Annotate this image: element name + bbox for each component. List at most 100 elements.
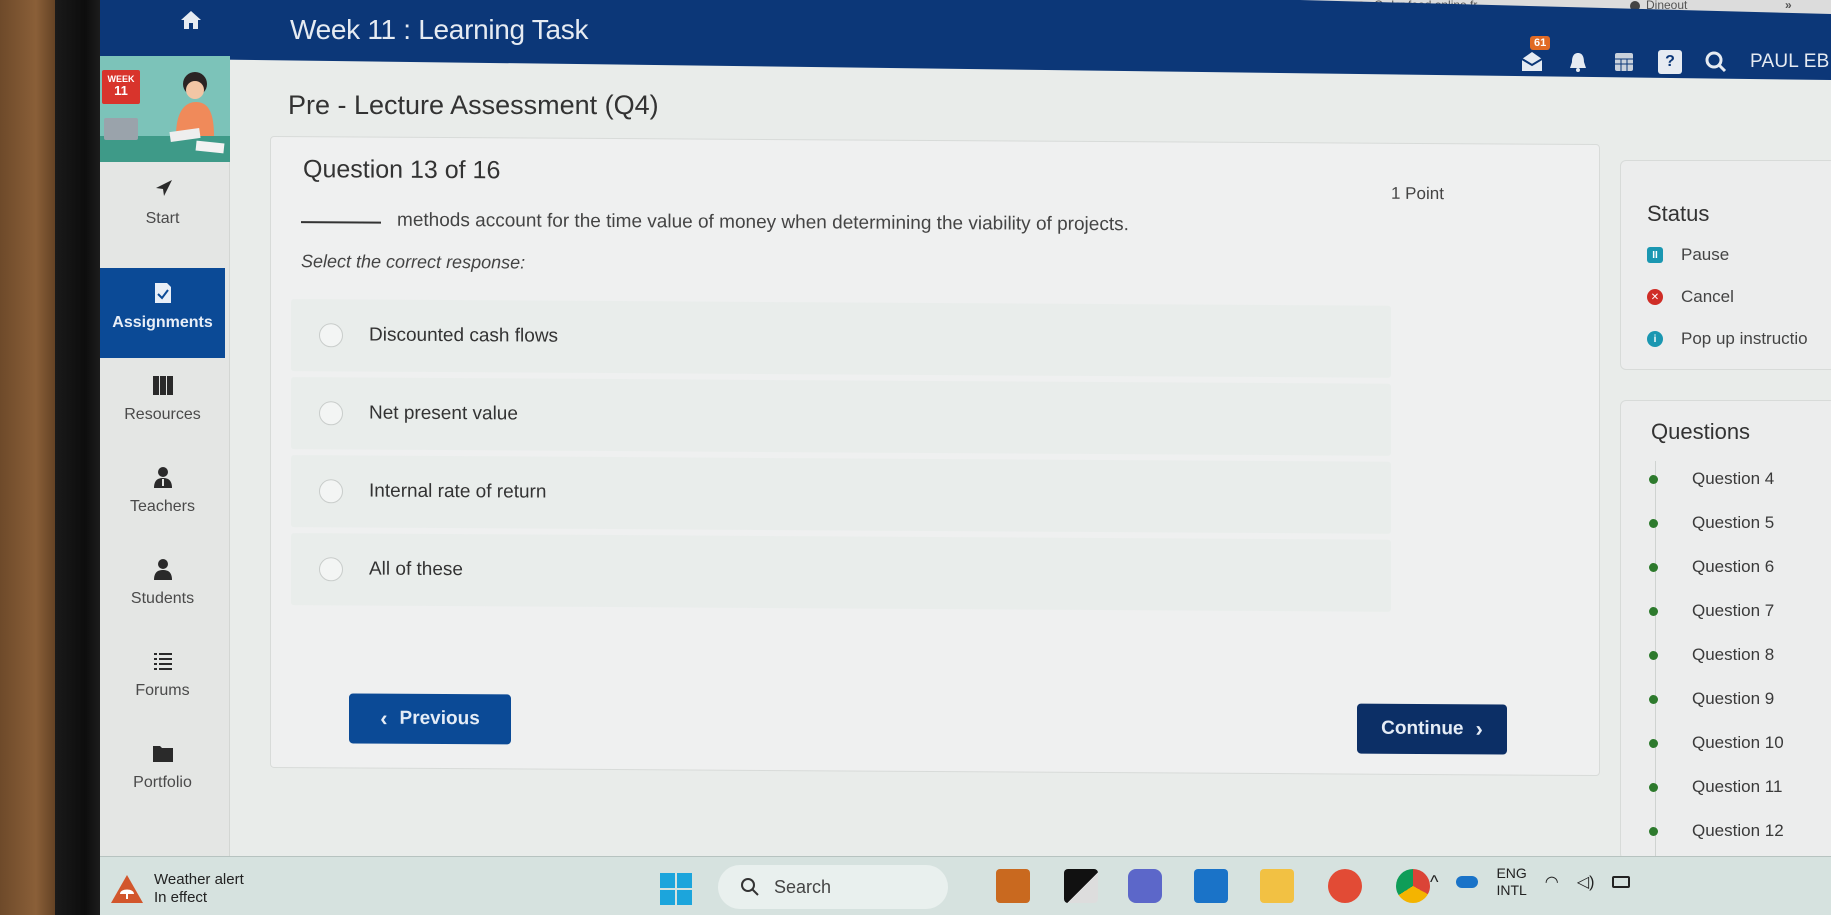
pause-icon: II: [1647, 247, 1663, 263]
top-header: Week 11 : Learning Task 61 ? PAUL EBENE: [100, 0, 1831, 80]
chevron-up-icon[interactable]: ^: [1430, 872, 1438, 893]
battery-icon[interactable]: [1612, 876, 1631, 888]
answered-dot-icon: [1649, 474, 1658, 484]
radio-button[interactable]: [319, 479, 343, 504]
bookmarks-overflow-button[interactable]: »: [1785, 0, 1792, 12]
teacher-icon: [153, 467, 172, 488]
search-icon[interactable]: [1704, 50, 1728, 74]
home-icon[interactable]: [180, 10, 202, 30]
language-indicator[interactable]: ENG INTL: [1496, 865, 1526, 899]
question-link[interactable]: Question 9: [1649, 689, 1774, 709]
file-explorer-icon[interactable]: [1260, 869, 1294, 903]
question-instruction: Select the correct response:: [301, 251, 526, 273]
radio-button[interactable]: [319, 323, 343, 348]
mail-button[interactable]: 61: [1520, 36, 1551, 74]
question-link[interactable]: Question 7: [1649, 601, 1774, 621]
taskbar-search[interactable]: Search: [718, 865, 948, 909]
briefcase-icon[interactable]: [996, 869, 1030, 903]
books-icon: [152, 376, 173, 395]
mail-count-badge: 61: [1530, 36, 1551, 50]
teams-icon[interactable]: [1128, 869, 1162, 903]
question-link[interactable]: Question 4: [1649, 469, 1774, 489]
wps-office-icon[interactable]: [1328, 869, 1362, 903]
cancel-button[interactable]: ✕ Cancel: [1647, 287, 1734, 307]
answered-dot-icon: [1649, 606, 1658, 616]
continue-button[interactable]: Continue ›: [1357, 703, 1507, 755]
previous-button[interactable]: ‹ Previous: [349, 693, 511, 745]
help-icon[interactable]: ?: [1658, 50, 1682, 74]
chevron-left-icon: ‹: [380, 705, 388, 731]
answered-dot-icon: [1649, 650, 1658, 660]
assignment-check-icon: [154, 283, 171, 303]
answer-option[interactable]: Discounted cash flows: [291, 299, 1391, 378]
outlook-icon[interactable]: [1194, 869, 1228, 903]
search-icon: [741, 878, 759, 896]
question-counter: Question 13 of 16: [303, 155, 501, 185]
popup-instructions-button[interactable]: i Pop up instructio: [1647, 329, 1808, 349]
answer-option[interactable]: Internal rate of return: [291, 455, 1391, 534]
question-link[interactable]: Question 8: [1649, 645, 1774, 665]
answered-dot-icon: [1649, 782, 1658, 792]
list-icon: [153, 653, 172, 670]
wifi-icon[interactable]: ◠: [1545, 872, 1559, 892]
status-title: Status: [1647, 201, 1710, 226]
screen: Order food online fr... Dineout » Week 1…: [100, 0, 1831, 915]
answered-dot-icon: [1649, 826, 1658, 836]
question-points: 1 Point: [1391, 183, 1444, 204]
mail-icon: [1521, 52, 1543, 71]
question-link[interactable]: Question 6: [1649, 557, 1774, 577]
answer-option[interactable]: All of these: [291, 533, 1391, 612]
pause-button[interactable]: II Pause: [1647, 245, 1729, 265]
answered-dot-icon: [1649, 694, 1658, 704]
weather-alert-icon: [111, 875, 143, 903]
week-banner-illustration: WEEK 11: [100, 56, 230, 162]
cancel-icon: ✕: [1647, 289, 1663, 305]
header-actions: 61 ? PAUL EBENE: [1520, 36, 1831, 74]
sidebar-item-students[interactable]: Students: [100, 558, 225, 636]
question-panel: Question 13 of 16 1 Point methods accoun…: [270, 135, 1600, 777]
taskbar: Weather alert In effect Search ^ ENG INT…: [100, 856, 1831, 915]
monitor-bezel: [55, 0, 105, 915]
radio-button[interactable]: [319, 557, 343, 582]
question-link[interactable]: Question 10: [1649, 733, 1784, 753]
sidebar: WEEK 11 Start Assignments Resources Teac…: [100, 56, 230, 856]
sidebar-item-portfolio[interactable]: Portfolio: [100, 742, 225, 820]
user-name[interactable]: PAUL EBENE: [1750, 51, 1831, 73]
info-icon: i: [1647, 331, 1663, 347]
folder-icon: [152, 746, 173, 762]
desk-surface: [0, 0, 60, 915]
student-studying-illustration: [100, 72, 230, 162]
questions-panel: Questions Question 4 Question 5 Question…: [1620, 400, 1831, 861]
weather-title: Weather alert: [154, 871, 244, 888]
chevron-right-icon: ›: [1475, 716, 1483, 742]
weather-subtitle: In effect: [154, 889, 208, 906]
question-text: methods account for the time value of mo…: [301, 209, 1129, 236]
sidebar-item-assignments[interactable]: Assignments: [100, 268, 225, 358]
answer-blank: [301, 221, 381, 224]
question-link[interactable]: Question 12: [1649, 821, 1784, 841]
onedrive-icon[interactable]: [1456, 876, 1479, 888]
terminal-icon[interactable]: [1064, 869, 1098, 903]
sidebar-item-teachers[interactable]: Teachers: [100, 466, 225, 544]
student-icon: [153, 559, 172, 580]
answered-dot-icon: [1649, 518, 1658, 528]
bell-icon[interactable]: [1566, 50, 1590, 74]
radio-button[interactable]: [319, 401, 343, 426]
sidebar-item-forums[interactable]: Forums: [100, 650, 225, 728]
sidebar-item-resources[interactable]: Resources: [100, 374, 225, 452]
status-panel: Status II Pause ✕ Cancel i Pop up instru…: [1620, 160, 1831, 370]
answer-option[interactable]: Net present value: [291, 377, 1391, 456]
calendar-icon[interactable]: [1612, 50, 1636, 74]
chrome-icon[interactable]: [1396, 869, 1430, 903]
course-title: Week 11 : Learning Task: [290, 14, 589, 45]
start-button[interactable]: [660, 873, 692, 905]
question-link[interactable]: Question 5: [1649, 513, 1774, 533]
page-title: Pre - Lecture Assessment (Q4): [288, 90, 659, 120]
answered-dot-icon: [1649, 738, 1658, 748]
questions-title: Questions: [1651, 419, 1751, 444]
system-tray: ^ ENG INTL ◠ ◁): [1430, 865, 1631, 899]
volume-icon[interactable]: ◁): [1577, 872, 1595, 892]
question-link[interactable]: Question 11: [1649, 777, 1782, 797]
sidebar-item-start[interactable]: Start: [100, 178, 225, 256]
weather-widget[interactable]: Weather alert In effect: [110, 871, 244, 907]
